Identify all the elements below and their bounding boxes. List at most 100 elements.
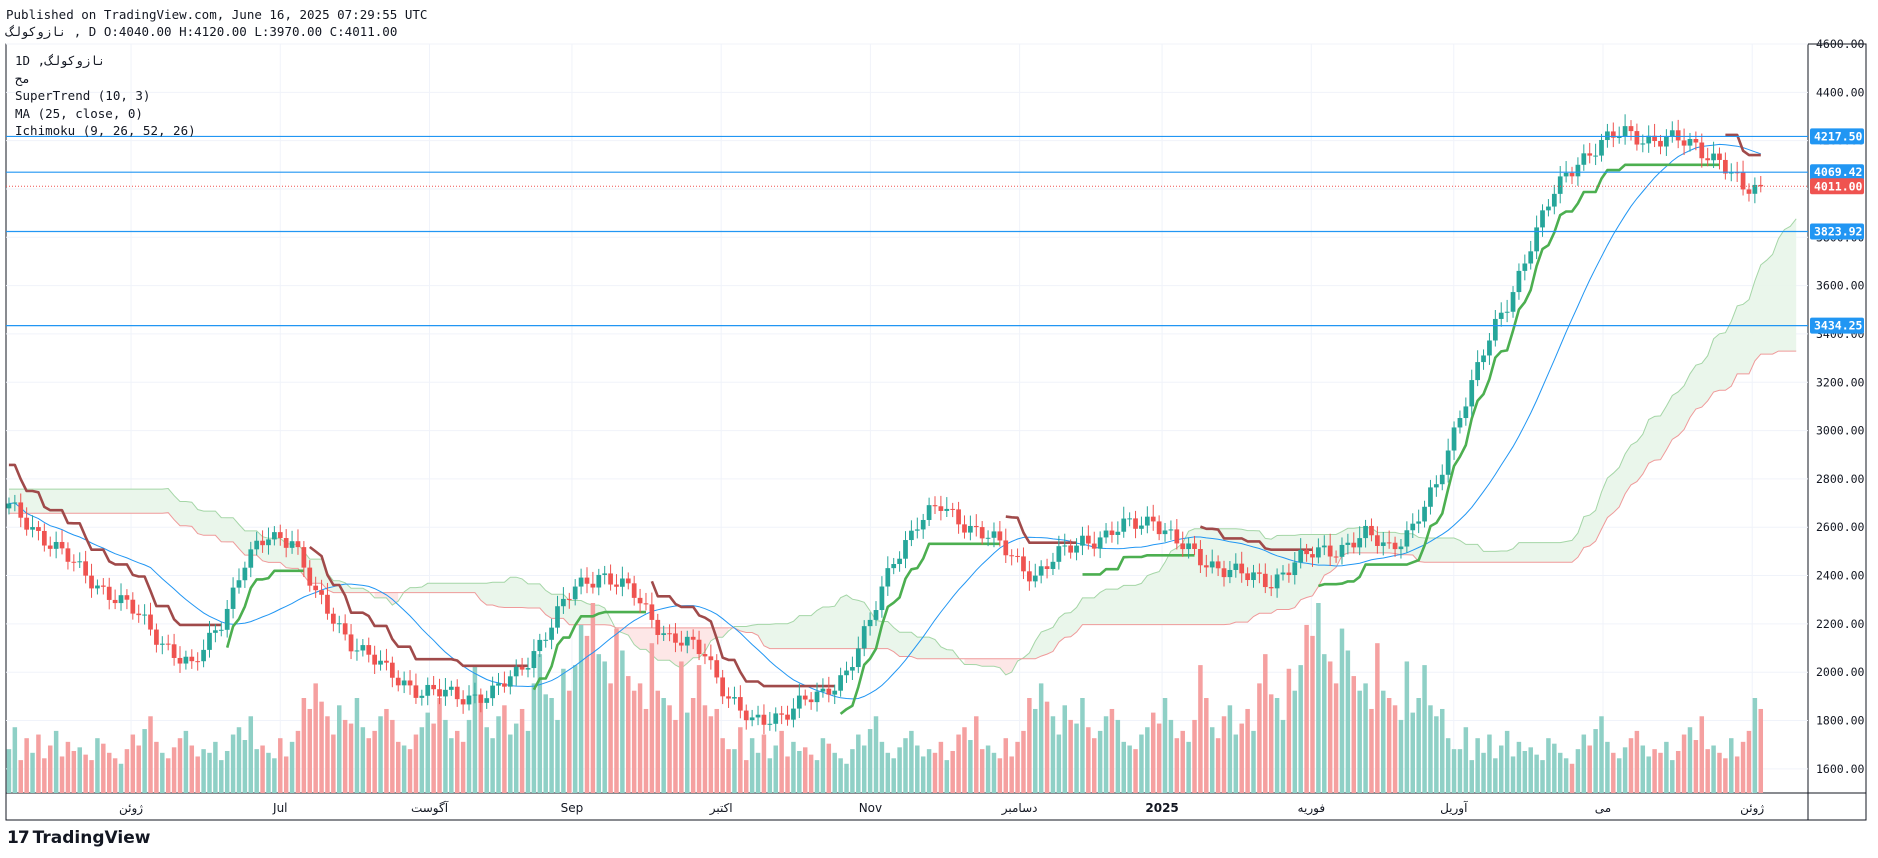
candle-body[interactable] <box>726 696 731 699</box>
candle-body[interactable] <box>448 686 454 690</box>
candle-body[interactable] <box>466 695 472 705</box>
candle-body[interactable] <box>596 574 602 588</box>
candle-body[interactable] <box>1422 506 1427 522</box>
candle-body[interactable] <box>1103 530 1109 538</box>
candle-body[interactable] <box>319 590 324 595</box>
candle-body[interactable] <box>962 524 967 533</box>
candle-body[interactable] <box>1209 561 1215 568</box>
candle-body[interactable] <box>1492 318 1498 341</box>
candle-body[interactable] <box>1675 130 1681 141</box>
tradingview-logo[interactable]: 17 TradingView <box>7 828 150 848</box>
candle-body[interactable] <box>1504 311 1510 313</box>
candle-body[interactable] <box>1587 153 1593 156</box>
candle-body[interactable] <box>1605 131 1610 140</box>
candle-body[interactable] <box>336 623 342 625</box>
candle-body[interactable] <box>625 578 631 584</box>
candle-body[interactable] <box>1581 153 1587 165</box>
candle-body[interactable] <box>620 578 625 587</box>
candle-body[interactable] <box>301 547 307 568</box>
candle-body[interactable] <box>1752 184 1758 194</box>
candle-body[interactable] <box>266 539 271 546</box>
candle-body[interactable] <box>1044 566 1050 569</box>
candle-body[interactable] <box>1062 545 1068 547</box>
candle-body[interactable] <box>749 717 755 721</box>
candle-body[interactable] <box>578 577 584 587</box>
candle-body[interactable] <box>1681 140 1687 146</box>
candle-body[interactable] <box>1699 142 1705 159</box>
candle-body[interactable] <box>1557 176 1563 194</box>
candle-body[interactable] <box>1245 573 1250 581</box>
candle-body[interactable] <box>1723 159 1728 174</box>
candle-body[interactable] <box>1133 518 1138 529</box>
candle-body[interactable] <box>1203 565 1209 568</box>
candle-body[interactable] <box>714 660 720 678</box>
candle-body[interactable] <box>1021 556 1026 572</box>
candle-body[interactable] <box>325 594 330 614</box>
candle-body[interactable] <box>1357 538 1363 548</box>
candle-body[interactable] <box>1451 427 1457 451</box>
candle-body[interactable] <box>673 633 678 643</box>
candle-body[interactable] <box>1475 362 1481 381</box>
candle-body[interactable] <box>779 713 784 715</box>
candle-body[interactable] <box>148 614 153 630</box>
candle-body[interactable] <box>956 509 961 525</box>
candle-body[interactable] <box>254 540 260 550</box>
candle-body[interactable] <box>236 580 242 588</box>
candle-body[interactable] <box>413 685 419 698</box>
candle-body[interactable] <box>531 651 537 669</box>
candle-body[interactable] <box>6 503 12 509</box>
candle-body[interactable] <box>1563 172 1569 177</box>
candle-body[interactable] <box>802 695 808 700</box>
candle-body[interactable] <box>708 656 714 661</box>
candle-body[interactable] <box>826 688 832 695</box>
candle-body[interactable] <box>679 642 684 646</box>
candle-body[interactable] <box>1640 143 1646 145</box>
candle-body[interactable] <box>566 598 572 600</box>
candle-body[interactable] <box>590 583 596 588</box>
candle-body[interactable] <box>1634 131 1640 145</box>
candle-body[interactable] <box>360 645 366 651</box>
candle-body[interactable] <box>1386 542 1392 544</box>
candle-body[interactable] <box>1416 521 1422 524</box>
candle-body[interactable] <box>189 656 195 662</box>
candle-body[interactable] <box>130 599 136 614</box>
candle-body[interactable] <box>1115 531 1121 535</box>
candle-body[interactable] <box>372 654 378 665</box>
candle-body[interactable] <box>850 667 855 671</box>
candle-body[interactable] <box>478 694 484 703</box>
candle-body[interactable] <box>472 694 478 696</box>
candle-body[interactable] <box>1333 556 1339 558</box>
candle-body[interactable] <box>1445 450 1451 475</box>
candle-body[interactable] <box>767 723 773 725</box>
candle-body[interactable] <box>903 540 908 559</box>
candle-body[interactable] <box>1705 158 1711 161</box>
candle-body[interactable] <box>773 713 779 724</box>
candle-body[interactable] <box>696 639 702 655</box>
candle-body[interactable] <box>384 660 389 663</box>
candle-body[interactable] <box>1363 525 1368 539</box>
candle-body[interactable] <box>1180 543 1186 550</box>
candle-body[interactable] <box>496 683 501 686</box>
candle-body[interactable] <box>1091 543 1097 549</box>
candle-body[interactable] <box>30 527 35 530</box>
candle-body[interactable] <box>71 561 77 563</box>
candle-body[interactable] <box>1286 572 1292 576</box>
candle-body[interactable] <box>950 508 956 510</box>
candle-body[interactable] <box>796 695 802 709</box>
candle-body[interactable] <box>1487 340 1492 356</box>
candle-body[interactable] <box>1109 530 1115 535</box>
candle-body[interactable] <box>313 585 319 591</box>
candle-body[interactable] <box>224 608 230 630</box>
candle-body[interactable] <box>490 685 495 699</box>
candle-body[interactable] <box>401 680 407 686</box>
candle-body[interactable] <box>41 530 47 546</box>
candle-body[interactable] <box>1433 484 1439 488</box>
candle-body[interactable] <box>1251 572 1256 581</box>
candle-body[interactable] <box>614 584 619 587</box>
candle-body[interactable] <box>1144 516 1150 526</box>
candle-body[interactable] <box>684 636 690 646</box>
candle-body[interactable] <box>407 680 413 686</box>
candle-body[interactable] <box>844 670 849 676</box>
candle-body[interactable] <box>1321 545 1327 548</box>
candle-body[interactable] <box>1693 139 1699 143</box>
